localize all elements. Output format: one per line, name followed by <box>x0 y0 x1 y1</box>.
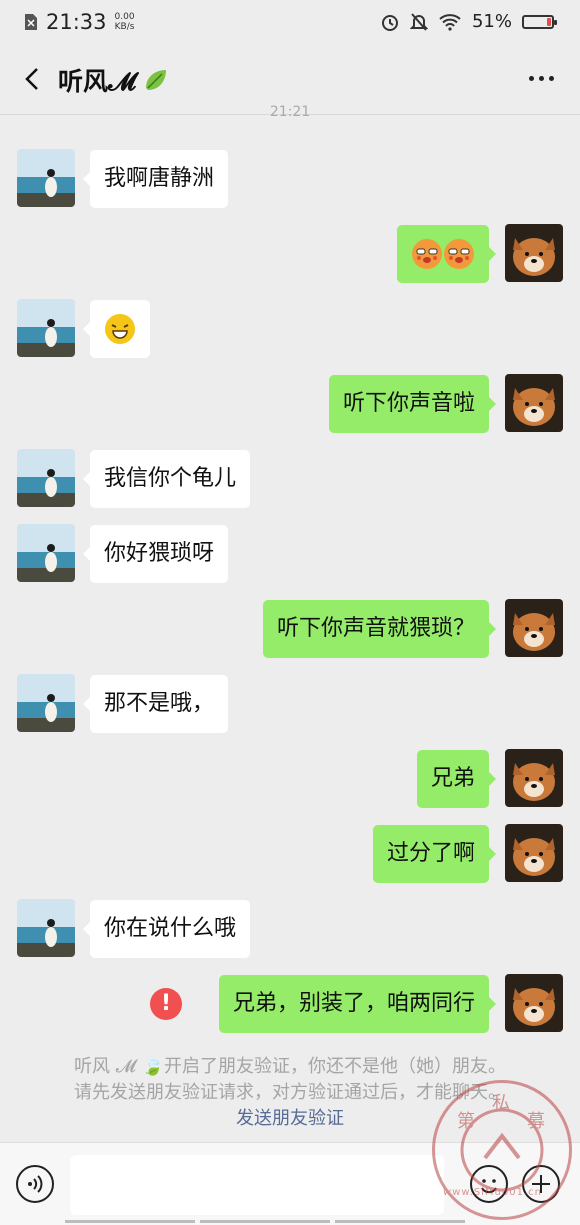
timestamp: 21:21 <box>269 104 311 120</box>
nav-hint-right <box>335 1220 465 1223</box>
contact-avatar[interactable] <box>17 449 75 507</box>
wifi-icon <box>439 13 461 31</box>
my-avatar[interactable] <box>505 749 563 807</box>
message-bubble[interactable]: 你在说什么哦 <box>82 900 251 958</box>
nav-hint-left <box>65 1220 195 1223</box>
contact-avatar[interactable] <box>17 899 75 957</box>
nav-hint-center <box>200 1220 330 1223</box>
status-bar: 21:33 0.00 KB/s 51% <box>0 0 580 46</box>
message-text: 听下你声音就猥琐？ <box>276 616 475 641</box>
my-avatar[interactable] <box>505 824 563 882</box>
message-bubble[interactable]: 你好猥琐呀 <box>82 525 229 583</box>
mute-bell-icon <box>409 12 428 31</box>
network-speed: 0.00 KB/s <box>114 12 135 32</box>
incoming-message: 我信你个龟儿 <box>0 448 580 510</box>
send-failed-icon[interactable]: ! <box>150 988 182 1020</box>
message-bubble[interactable]: 听下你声音就猥琐？ <box>262 600 497 658</box>
hot-face-icon <box>412 239 442 269</box>
my-avatar[interactable] <box>505 224 563 282</box>
chat-title: 听风𝓜 <box>58 62 170 98</box>
message-input[interactable] <box>70 1155 444 1215</box>
contact-avatar[interactable] <box>17 149 75 207</box>
contact-avatar[interactable] <box>17 524 75 582</box>
message-bubble[interactable]: 我信你个龟儿 <box>82 450 251 508</box>
message-text: 我信你个龟儿 <box>104 466 237 491</box>
outgoing-message <box>0 223 580 285</box>
incoming-message: 我啊唐静洲 <box>0 148 580 210</box>
hot-face-icon <box>444 239 474 269</box>
message-text: 兄弟 <box>430 766 475 791</box>
message-bubble[interactable] <box>397 225 496 283</box>
outgoing-message: 听下你声音啦 <box>0 373 580 435</box>
my-avatar[interactable] <box>505 974 563 1032</box>
contact-avatar[interactable] <box>17 674 75 732</box>
message-bubble[interactable]: 我啊唐静洲 <box>82 150 229 208</box>
message-text: 你好猥琐呀 <box>104 541 215 566</box>
clock: 21:33 <box>46 10 107 34</box>
incoming-message <box>0 298 580 360</box>
outgoing-message: 兄弟，别装了，咱两同行! <box>0 973 580 1035</box>
incoming-message: 你在说什么哦 <box>0 898 580 960</box>
incoming-message: 那不是哦， <box>0 673 580 735</box>
outgoing-message: 听下你声音就猥琐？ <box>0 598 580 660</box>
voice-input-icon[interactable] <box>16 1165 54 1203</box>
message-bubble[interactable] <box>83 300 150 358</box>
more-dots-icon[interactable] <box>529 76 554 81</box>
grin-face-icon <box>105 314 135 344</box>
message-bubble[interactable]: 听下你声音啦 <box>328 375 497 433</box>
message-bubble[interactable]: 那不是哦， <box>82 675 229 733</box>
message-text: 过分了啊 <box>386 841 475 866</box>
message-bubble[interactable]: 兄弟 <box>416 750 497 808</box>
message-text: 听下你声音啦 <box>342 391 475 416</box>
message-text: 我啊唐静洲 <box>104 166 215 191</box>
message-text: 兄弟，别装了，咱两同行 <box>232 991 475 1016</box>
my-avatar[interactable] <box>505 374 563 432</box>
message-bubble[interactable]: 兄弟，别装了，咱两同行 <box>218 975 497 1033</box>
watermark-seal: 第 私 募 www.SiMu001.cn <box>432 1080 572 1220</box>
message-text: 你在说什么哦 <box>104 916 237 941</box>
my-avatar[interactable] <box>505 599 563 657</box>
contact-avatar[interactable] <box>17 299 75 357</box>
battery-percent: 51% <box>471 11 512 32</box>
message-text: 那不是哦， <box>104 691 215 716</box>
sim-off-icon <box>25 14 37 30</box>
battery-icon <box>522 14 557 29</box>
outgoing-message: 过分了啊 <box>0 823 580 885</box>
alarm-icon <box>381 14 398 31</box>
chevron-left-icon[interactable] <box>18 64 48 94</box>
message-bubble[interactable]: 过分了啊 <box>372 825 497 883</box>
outgoing-message: 兄弟 <box>0 748 580 810</box>
incoming-message: 你好猥琐呀 <box>0 523 580 585</box>
leaf-icon <box>146 70 167 90</box>
